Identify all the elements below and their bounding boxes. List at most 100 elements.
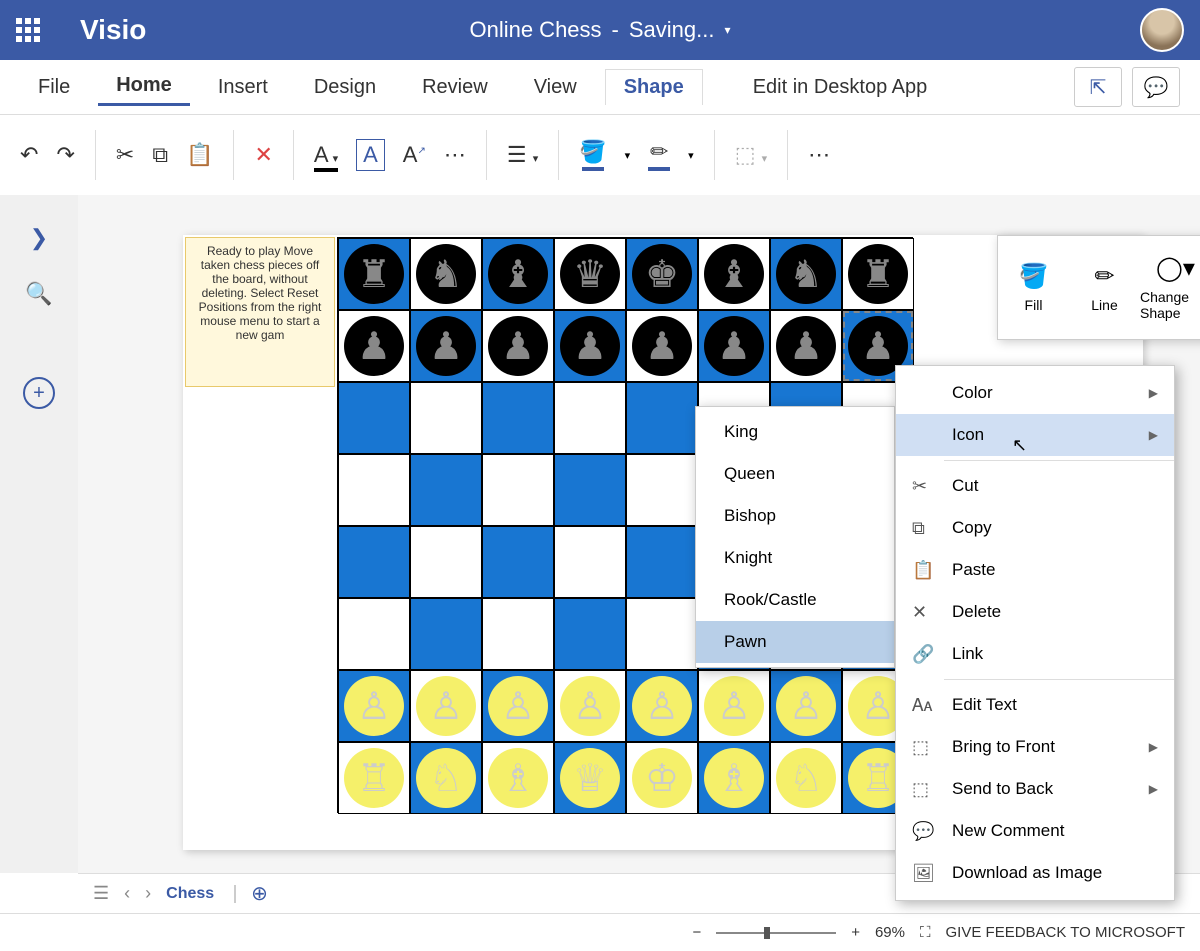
copy-icon[interactable]: ⧉: [152, 142, 168, 168]
board-square[interactable]: [338, 526, 410, 598]
sub-knight[interactable]: Knight: [696, 537, 894, 579]
sub-pawn[interactable]: Pawn: [696, 621, 894, 663]
ctx-cut[interactable]: ✂Cut: [896, 465, 1174, 507]
board-square[interactable]: [626, 382, 698, 454]
board-square[interactable]: [338, 382, 410, 454]
align-icon[interactable]: ☰ ▾: [507, 142, 538, 168]
chess-piece[interactable]: ♗: [488, 748, 548, 808]
ctx-bring-front[interactable]: ⬚Bring to Front▶: [896, 726, 1174, 768]
chess-piece[interactable]: ♜: [344, 244, 404, 304]
zoom-in-icon[interactable]: +: [851, 924, 860, 941]
board-square[interactable]: [482, 526, 554, 598]
chess-piece[interactable]: ♙: [704, 676, 764, 736]
board-square[interactable]: [410, 382, 482, 454]
board-square[interactable]: ♙: [770, 670, 842, 742]
page-tab[interactable]: Chess: [166, 885, 236, 903]
board-square[interactable]: ♝: [698, 238, 770, 310]
board-square[interactable]: ♕: [554, 742, 626, 814]
redo-icon[interactable]: ↷: [56, 142, 74, 168]
board-square[interactable]: [554, 454, 626, 526]
next-page-icon[interactable]: ›: [145, 883, 151, 904]
fit-page-icon[interactable]: ⛶: [920, 924, 931, 941]
tab-view[interactable]: View: [516, 70, 595, 105]
mini-fill-button[interactable]: 🪣Fill: [998, 236, 1069, 339]
board-square[interactable]: ♟: [770, 310, 842, 382]
chess-piece[interactable]: ♙: [488, 676, 548, 736]
chess-piece[interactable]: ♟: [632, 316, 692, 376]
share-icon[interactable]: ⇱: [1074, 67, 1122, 107]
ctx-delete[interactable]: ✕Delete: [896, 591, 1174, 633]
tab-home[interactable]: Home: [98, 68, 190, 106]
board-square[interactable]: ♙: [698, 670, 770, 742]
chess-piece[interactable]: ♟: [560, 316, 620, 376]
fill-color-icon[interactable]: 🪣: [579, 139, 606, 171]
board-square[interactable]: ♟: [626, 310, 698, 382]
user-avatar[interactable]: [1140, 8, 1184, 52]
board-square[interactable]: ♖: [338, 742, 410, 814]
board-square[interactable]: [554, 382, 626, 454]
document-title[interactable]: Online Chess - Saving... ▾: [469, 17, 730, 43]
add-shape-icon[interactable]: +: [23, 377, 55, 409]
board-square[interactable]: [626, 454, 698, 526]
chess-piece[interactable]: ♙: [344, 676, 404, 736]
delete-icon[interactable]: ✕: [254, 142, 272, 168]
chess-piece[interactable]: ♚: [632, 244, 692, 304]
board-square[interactable]: ♗: [698, 742, 770, 814]
ctx-edit-text[interactable]: 🗛Edit Text: [896, 684, 1174, 726]
mini-change-shape-button[interactable]: ◯▾Change Shape: [1140, 236, 1200, 339]
board-square[interactable]: ♗: [482, 742, 554, 814]
ctx-paste[interactable]: 📋Paste: [896, 549, 1174, 591]
chess-piece[interactable]: ♟: [344, 316, 404, 376]
undo-icon[interactable]: ↶: [20, 142, 38, 168]
board-square[interactable]: [626, 598, 698, 670]
board-square[interactable]: ♟: [410, 310, 482, 382]
chess-piece[interactable]: ♝: [704, 244, 764, 304]
sub-queen[interactable]: Queen: [696, 453, 894, 495]
font-color-icon[interactable]: A▾: [314, 142, 338, 168]
text-box-icon[interactable]: A: [356, 139, 385, 171]
zoom-out-icon[interactable]: −: [692, 924, 701, 941]
board-square[interactable]: [410, 454, 482, 526]
board-square[interactable]: ♟: [698, 310, 770, 382]
comments-icon[interactable]: 💬: [1132, 67, 1180, 107]
chevron-down-icon[interactable]: ▾: [724, 23, 730, 37]
sub-king[interactable]: King: [696, 411, 894, 453]
sub-bishop[interactable]: Bishop: [696, 495, 894, 537]
edit-desktop-button[interactable]: Edit in Desktop App: [753, 76, 928, 99]
chess-piece[interactable]: ♘: [776, 748, 836, 808]
board-square[interactable]: ♟: [554, 310, 626, 382]
tab-review[interactable]: Review: [404, 70, 506, 105]
board-square[interactable]: [554, 526, 626, 598]
chess-piece[interactable]: ♟: [776, 316, 836, 376]
feedback-link[interactable]: GIVE FEEDBACK TO MICROSOFT: [946, 924, 1185, 941]
chess-piece[interactable]: ♙: [560, 676, 620, 736]
board-square[interactable]: ♔: [626, 742, 698, 814]
zoom-slider[interactable]: [716, 932, 836, 934]
tab-design[interactable]: Design: [296, 70, 394, 105]
expand-rail-icon[interactable]: ❯: [30, 225, 48, 251]
paste-icon[interactable]: 📋: [186, 142, 213, 168]
board-square[interactable]: ♙: [626, 670, 698, 742]
board-square[interactable]: ♙: [482, 670, 554, 742]
board-square[interactable]: [338, 598, 410, 670]
mini-line-button[interactable]: ✏Line: [1069, 236, 1140, 339]
tab-insert[interactable]: Insert: [200, 70, 286, 105]
prev-page-icon[interactable]: ‹: [124, 883, 130, 904]
chess-piece[interactable]: ♝: [488, 244, 548, 304]
chess-piece[interactable]: ♙: [632, 676, 692, 736]
more-font-icon[interactable]: ⋯: [444, 142, 466, 168]
board-square[interactable]: [626, 526, 698, 598]
chess-piece[interactable]: ♟: [416, 316, 476, 376]
page-menu-icon[interactable]: ☰: [93, 883, 109, 904]
ctx-icon[interactable]: Icon▶: [896, 414, 1174, 456]
chess-piece[interactable]: ♘: [416, 748, 476, 808]
chess-piece[interactable]: ♙: [416, 676, 476, 736]
board-square[interactable]: ♛: [554, 238, 626, 310]
sub-rook[interactable]: Rook/Castle: [696, 579, 894, 621]
line-color-icon[interactable]: ✏: [648, 139, 670, 171]
ctx-send-back[interactable]: ⬚Send to Back▶: [896, 768, 1174, 810]
board-square[interactable]: ♞: [770, 238, 842, 310]
ctx-comment[interactable]: 💬New Comment: [896, 810, 1174, 852]
chess-piece[interactable]: ♜: [848, 244, 908, 304]
ctx-copy[interactable]: ⧉Copy: [896, 507, 1174, 549]
